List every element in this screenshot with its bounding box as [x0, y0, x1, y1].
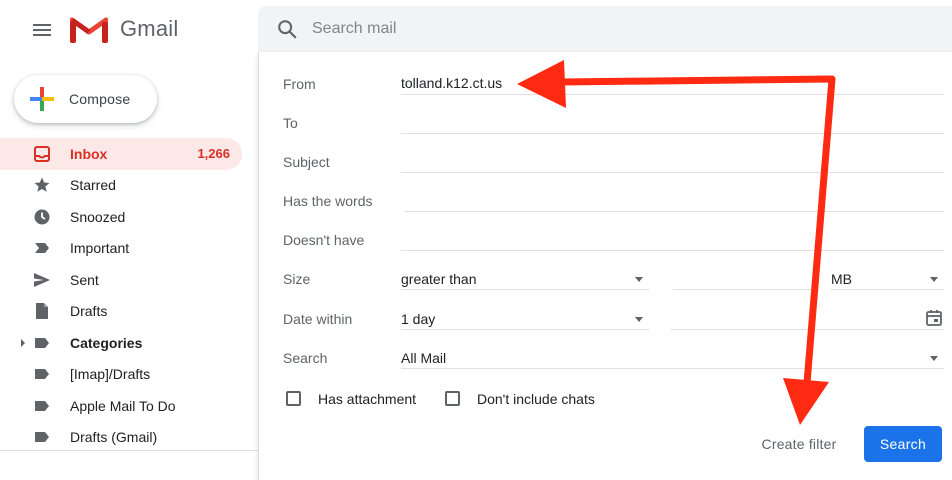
doesnt-have-underline: [401, 250, 944, 251]
from-row: From: [259, 70, 952, 100]
search-button[interactable]: Search: [864, 426, 942, 462]
search-in-value: All Mail: [401, 350, 447, 366]
compose-label: Compose: [69, 91, 131, 107]
sidebar-item-label: Drafts (Gmail): [70, 429, 158, 446]
gmail-m-icon: [70, 17, 108, 43]
inbox-icon: [33, 145, 51, 163]
calendar-icon[interactable]: [925, 309, 943, 327]
sidebar-item-label: Sent: [70, 271, 99, 288]
from-input[interactable]: [401, 72, 941, 94]
draft-icon: [33, 302, 51, 320]
sidebar-item-drafts[interactable]: Drafts: [0, 296, 242, 328]
sidebar-item-label: [Imap]/Drafts: [70, 366, 151, 383]
from-label: From: [283, 76, 316, 92]
search-in-label: Search: [283, 350, 328, 366]
app-name: Gmail: [120, 15, 179, 41]
size-comparator-select[interactable]: greater than: [401, 265, 649, 295]
send-icon: [33, 271, 51, 289]
compose-button[interactable]: Compose: [14, 75, 157, 123]
date-within-underline: [401, 329, 649, 330]
has-attachment-checkbox[interactable]: [286, 391, 301, 406]
sidebar-item-label: Categories: [70, 334, 143, 351]
date-input[interactable]: [671, 305, 944, 335]
from-underline: [401, 94, 944, 95]
label-icon: [33, 428, 51, 446]
has-words-label: Has the words: [283, 193, 373, 209]
subject-underline: [401, 172, 944, 173]
date-within-row: Date within 1 day: [259, 305, 952, 335]
important-icon: [33, 239, 51, 257]
search-options-panel: From To Subject Has the words Doesn't ha…: [258, 52, 952, 480]
label-icon: [33, 334, 51, 352]
has-words-row: Has the words: [259, 187, 952, 217]
checkbox-row: Has attachment Don't include chats: [259, 388, 952, 412]
search-icon[interactable]: [276, 18, 298, 40]
date-underline: [671, 329, 944, 330]
sidebar-item-apple-mail-to-do[interactable]: Apple Mail To Do: [0, 390, 242, 422]
doesnt-have-label: Doesn't have: [283, 232, 365, 248]
to-input[interactable]: [401, 111, 941, 133]
plus-icon: [30, 87, 54, 111]
sidebar-item-sent[interactable]: Sent: [0, 264, 242, 296]
sidebar-item-label: Inbox: [70, 145, 108, 162]
dont-include-chats-checkbox[interactable]: [445, 391, 460, 406]
subject-input[interactable]: [401, 150, 941, 172]
search-in-row: Search All Mail: [259, 344, 952, 374]
search-bar[interactable]: [258, 6, 952, 52]
size-comparator-value: greater than: [401, 271, 477, 287]
size-unit-underline: [831, 289, 944, 290]
sidebar-item-drafts-gmail[interactable]: Drafts (Gmail): [0, 422, 242, 454]
date-within-select[interactable]: 1 day: [401, 305, 649, 335]
dont-include-chats-label[interactable]: Don't include chats: [477, 391, 595, 407]
sidebar-item-label: Starred: [70, 177, 116, 194]
has-words-underline: [405, 211, 944, 212]
star-icon: [33, 176, 51, 194]
caret-right-icon[interactable]: [19, 338, 27, 348]
size-value-underline: [673, 289, 811, 290]
dropdown-arrow-icon: [930, 277, 938, 282]
sidebar-item-label: Snoozed: [70, 208, 126, 225]
size-label: Size: [283, 271, 311, 287]
label-icon: [33, 397, 51, 415]
doesnt-have-input[interactable]: [401, 228, 941, 250]
dropdown-arrow-icon: [635, 317, 643, 322]
has-attachment-label[interactable]: Has attachment: [318, 391, 416, 407]
to-label: To: [283, 115, 298, 131]
create-filter-button[interactable]: Create filter: [749, 426, 849, 462]
size-value-input[interactable]: [673, 265, 811, 295]
date-within-value: 1 day: [401, 311, 436, 327]
search-in-underline: [401, 368, 944, 369]
has-words-input[interactable]: [405, 189, 945, 211]
sidebar-item-important[interactable]: Important: [0, 233, 242, 265]
clock-icon: [33, 208, 51, 226]
label-icon: [33, 365, 51, 383]
size-comparator-underline: [401, 289, 649, 290]
doesnt-have-row: Doesn't have: [259, 226, 952, 256]
date-within-label: Date within: [283, 311, 353, 327]
unread-count: 1,266: [197, 146, 230, 162]
subject-label: Subject: [283, 154, 330, 170]
sidebar-divider: [0, 450, 258, 451]
size-unit-select[interactable]: MB: [831, 265, 944, 295]
sidebar-item-label: Drafts: [70, 303, 108, 320]
sidebar-item-label: Important: [70, 240, 130, 257]
to-row: To: [259, 109, 952, 139]
gmail-logo[interactable]: Gmail: [70, 14, 178, 43]
dropdown-arrow-icon: [635, 277, 643, 282]
size-row: Size greater than MB: [259, 265, 952, 295]
search-input[interactable]: [312, 20, 812, 38]
sidebar-item-imap-drafts[interactable]: [Imap]/Drafts: [0, 359, 242, 391]
sidebar-nav: Inbox 1,266 Starred Snoozed Important Se…: [0, 138, 242, 453]
sidebar-item-categories[interactable]: Categories: [0, 327, 242, 359]
sidebar-item-inbox[interactable]: Inbox 1,266: [0, 138, 242, 170]
sidebar-item-starred[interactable]: Starred: [0, 170, 242, 202]
to-underline: [401, 133, 944, 134]
sidebar-item-snoozed[interactable]: Snoozed: [0, 201, 242, 233]
subject-row: Subject: [259, 148, 952, 178]
sidebar-item-label: Apple Mail To Do: [70, 397, 176, 414]
search-in-select[interactable]: All Mail: [401, 344, 944, 374]
main-menu-icon[interactable]: [30, 18, 54, 42]
dropdown-arrow-icon: [930, 356, 938, 361]
size-unit-value: MB: [831, 271, 852, 287]
